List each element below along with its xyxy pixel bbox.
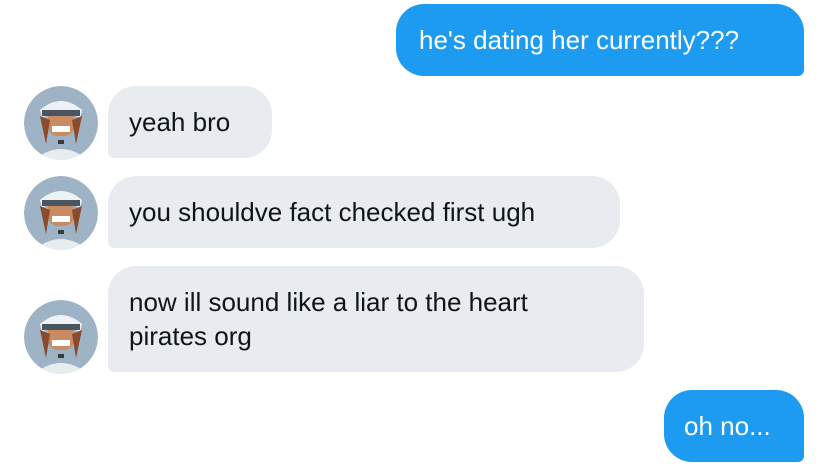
message-text: he's dating her currently??? xyxy=(419,25,740,55)
message-bubble-received[interactable]: yeah bro xyxy=(108,86,272,158)
message-bubble-sent[interactable]: he's dating her currently??? xyxy=(396,4,804,76)
message-text: you shouldve fact checked first ugh xyxy=(129,197,536,227)
message-bubble-received[interactable]: now ill sound like a liar to the heart p… xyxy=(108,266,644,372)
avatar[interactable] xyxy=(24,176,98,250)
message-text: yeah bro xyxy=(129,107,231,137)
message-text-line: pirates org xyxy=(129,321,252,351)
avatar[interactable] xyxy=(24,86,98,160)
message-bubble-received[interactable]: you shouldve fact checked first ugh xyxy=(108,176,620,248)
message-bubble-sent[interactable]: oh no... xyxy=(664,390,804,462)
message-text-line: now ill sound like a liar to the heart xyxy=(129,287,528,317)
message-text: oh no... xyxy=(684,411,771,441)
avatar[interactable] xyxy=(24,300,98,374)
